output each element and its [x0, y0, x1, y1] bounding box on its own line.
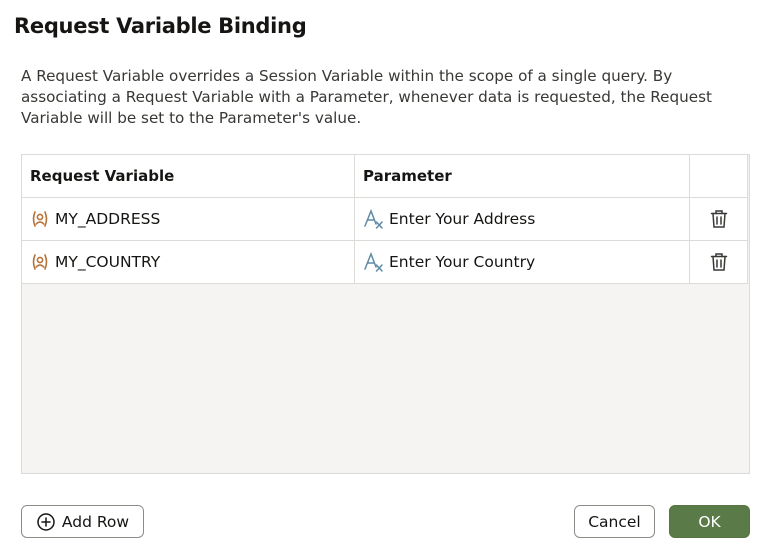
parameter-fx-icon — [363, 209, 384, 229]
header-request-variable: Request Variable — [22, 155, 355, 197]
trash-icon[interactable] — [709, 252, 729, 272]
parameter-fx-icon — [363, 252, 384, 272]
parameter-cell[interactable]: Enter Your Country — [355, 241, 690, 283]
request-variable-name: MY_COUNTRY — [55, 253, 161, 271]
binding-grid: Request Variable Parameter MY_ADDRESS En… — [21, 154, 750, 474]
trash-icon[interactable] — [709, 209, 729, 229]
table-row[interactable]: MY_COUNTRY Enter Your Country — [22, 241, 748, 284]
dialog-title: Request Variable Binding — [14, 14, 307, 38]
add-row-button[interactable]: Add Row — [21, 505, 144, 538]
user-variable-icon — [30, 209, 50, 229]
ok-button[interactable]: OK — [669, 505, 750, 538]
row-actions-cell — [690, 198, 748, 240]
parameter-name: Enter Your Country — [389, 253, 536, 271]
add-row-label: Add Row — [61, 512, 130, 531]
parameter-cell[interactable]: Enter Your Address — [355, 198, 690, 240]
request-variable-cell[interactable]: MY_COUNTRY — [22, 241, 355, 283]
row-actions-cell — [690, 241, 748, 283]
grid-header: Request Variable Parameter — [22, 155, 748, 198]
header-actions — [690, 155, 748, 197]
table-row[interactable]: MY_ADDRESS Enter Your Address — [22, 198, 748, 241]
dialog-description: A Request Variable overrides a Session V… — [21, 67, 712, 127]
request-variable-cell[interactable]: MY_ADDRESS — [22, 198, 355, 240]
request-variable-name: MY_ADDRESS — [55, 210, 161, 228]
header-parameter: Parameter — [355, 155, 690, 197]
cancel-button[interactable]: Cancel — [574, 505, 655, 538]
plus-circle-icon — [36, 512, 56, 532]
user-variable-icon — [30, 252, 50, 272]
parameter-name: Enter Your Address — [389, 210, 536, 228]
